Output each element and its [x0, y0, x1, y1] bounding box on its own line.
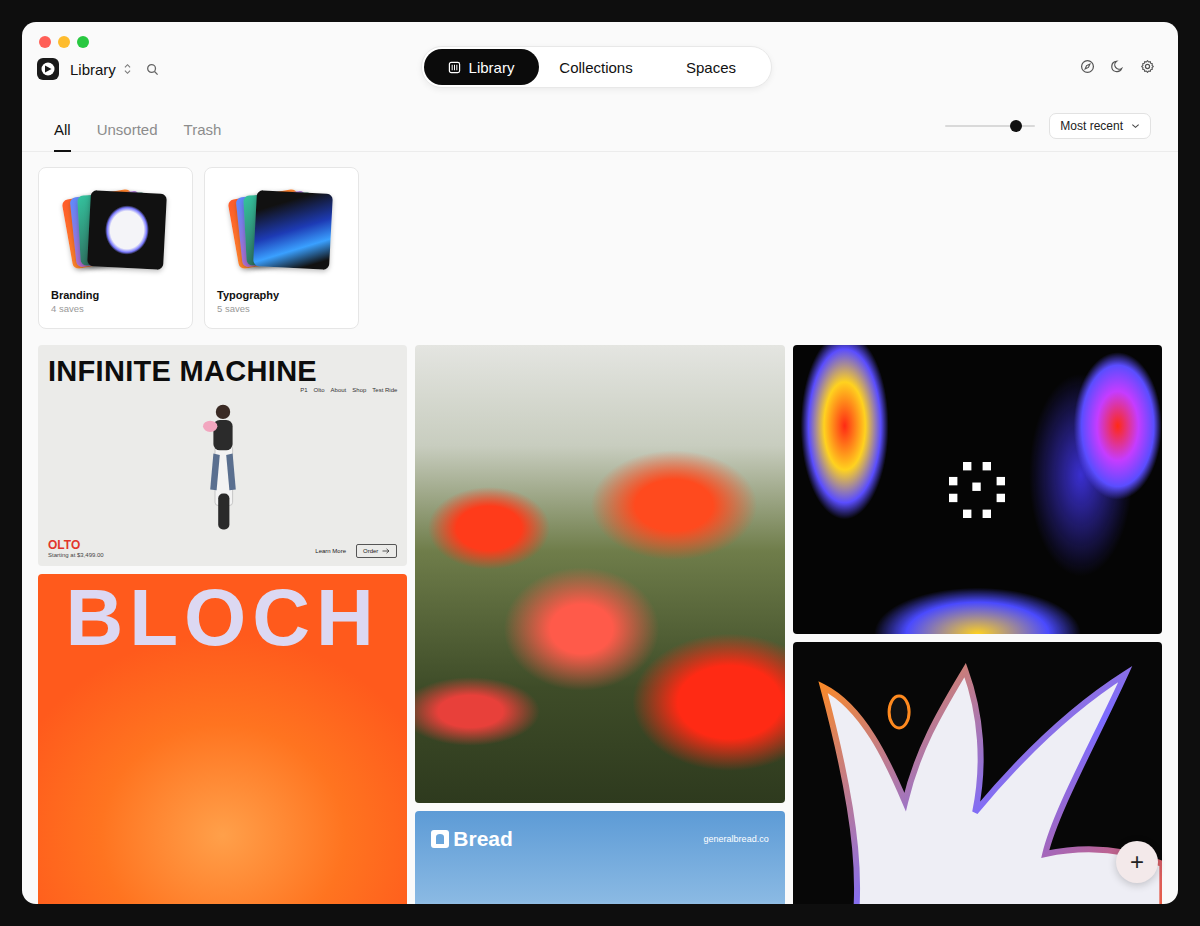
site-link: Order: [356, 544, 397, 558]
collections-row: Branding4 savesTypography5 saves: [22, 152, 1178, 345]
app-logo-icon: [37, 58, 59, 80]
saved-item[interactable]: [415, 345, 784, 803]
library-switcher[interactable]: Library: [37, 58, 421, 80]
section-tab[interactable]: Collections: [539, 49, 654, 85]
collection-title: Typography: [217, 288, 346, 302]
section-tab-label: Spaces: [686, 59, 736, 76]
site-footer: OLTOStarting at $3,499.00 Learn More Order: [48, 538, 397, 558]
section-tab-label: Library: [469, 59, 515, 76]
section-switcher: Library Collections Spaces: [421, 46, 772, 88]
collection-card[interactable]: Branding4 saves: [38, 167, 193, 329]
saved-item[interactable]: [793, 345, 1162, 634]
gallery-column: INFINITE MACHINEP1 Olto About Shop Test Ride…: [38, 345, 407, 904]
moon-icon[interactable]: [1110, 59, 1125, 74]
banner-url: generalbread.co: [704, 834, 769, 844]
minimize-button[interactable]: [58, 36, 70, 48]
window-controls: [37, 36, 421, 48]
site-link: Learn More: [315, 548, 346, 554]
chevron-updown-icon: [123, 63, 132, 75]
filter-bar: All Unsorted Trash Most recent: [22, 88, 1178, 152]
collection-cover-stack: [217, 180, 346, 280]
header-left: Library: [37, 36, 421, 80]
filter-tab[interactable]: Unsorted: [97, 120, 158, 152]
gallery-column: [793, 345, 1162, 904]
abstract-shape: [793, 652, 1162, 904]
filter-tab[interactable]: Trash: [184, 120, 222, 152]
gallery-column: Bread generalbread.co: [415, 345, 784, 904]
collection-count: 4 saves: [51, 302, 180, 316]
compass-icon[interactable]: [1080, 59, 1095, 74]
section-tab[interactable]: Library: [424, 49, 539, 85]
slider-knob[interactable]: [1010, 120, 1022, 132]
site-title: INFINITE MACHINE: [48, 355, 397, 387]
site-nav-link: Shop: [352, 387, 366, 393]
filter-tabs: All Unsorted Trash: [54, 88, 221, 151]
bread-logo-icon: [431, 830, 449, 848]
zoom-button[interactable]: [77, 36, 89, 48]
arrow-icon: [382, 548, 390, 554]
saved-item[interactable]: BLOCH: [38, 574, 407, 904]
sort-value: Most recent: [1060, 119, 1123, 133]
site-nav: P1 Olto About Shop Test Ride: [300, 387, 397, 393]
header: Library Library Collections Spaces: [22, 22, 1178, 88]
collection-count: 5 saves: [217, 302, 346, 316]
collection-title: Branding: [51, 288, 180, 302]
filter-tab[interactable]: All: [54, 120, 71, 152]
section-tab-label: Collections: [559, 59, 632, 76]
banner-brand: Bread: [431, 827, 513, 851]
site-brand: OLTO: [48, 538, 104, 552]
zoom-slider[interactable]: [945, 120, 1035, 132]
collection-cover-stack: [51, 180, 180, 280]
cover-image: [87, 190, 167, 270]
site-price: Starting at $3,499.00: [48, 552, 104, 558]
library-icon: [448, 61, 461, 74]
add-button[interactable]: +: [1116, 841, 1158, 883]
sort-dropdown[interactable]: Most recent: [1049, 113, 1151, 139]
banner-header: Bread generalbread.co: [431, 827, 768, 851]
chevron-down-icon: [1131, 123, 1140, 129]
close-button[interactable]: [39, 36, 51, 48]
site-brand-block: OLTOStarting at $3,499.00: [48, 538, 104, 558]
header-actions: [1080, 59, 1155, 74]
saved-item[interactable]: INFINITE MACHINEP1 Olto About Shop Test Ride…: [38, 345, 407, 566]
gear-icon[interactable]: [1140, 59, 1155, 74]
site-nav-link: Olto: [314, 387, 325, 393]
section-tab[interactable]: Spaces: [654, 49, 769, 85]
cover-image: [253, 190, 333, 270]
search-icon[interactable]: [146, 63, 159, 76]
poster-title: BLOCH: [38, 576, 407, 660]
rider-figure: [183, 393, 263, 538]
site-nav-link: P1: [300, 387, 307, 393]
collection-card[interactable]: Typography5 saves: [204, 167, 359, 329]
site-nav-link: About: [331, 387, 347, 393]
banner-title: Bread: [453, 827, 513, 851]
site-links: Learn More Order: [315, 544, 397, 558]
site-nav-link: Test Ride: [372, 387, 397, 393]
gallery: INFINITE MACHINEP1 Olto About Shop Test Ride…: [22, 345, 1178, 904]
saved-item[interactable]: Bread generalbread.co: [415, 811, 784, 904]
pixel-logo-icon: [949, 462, 1005, 518]
saved-item[interactable]: [793, 642, 1162, 904]
app-window: Library Library Collections Spaces All Unsort…: [22, 22, 1178, 904]
view-controls: Most recent: [945, 113, 1151, 139]
library-title: Library: [70, 61, 116, 78]
